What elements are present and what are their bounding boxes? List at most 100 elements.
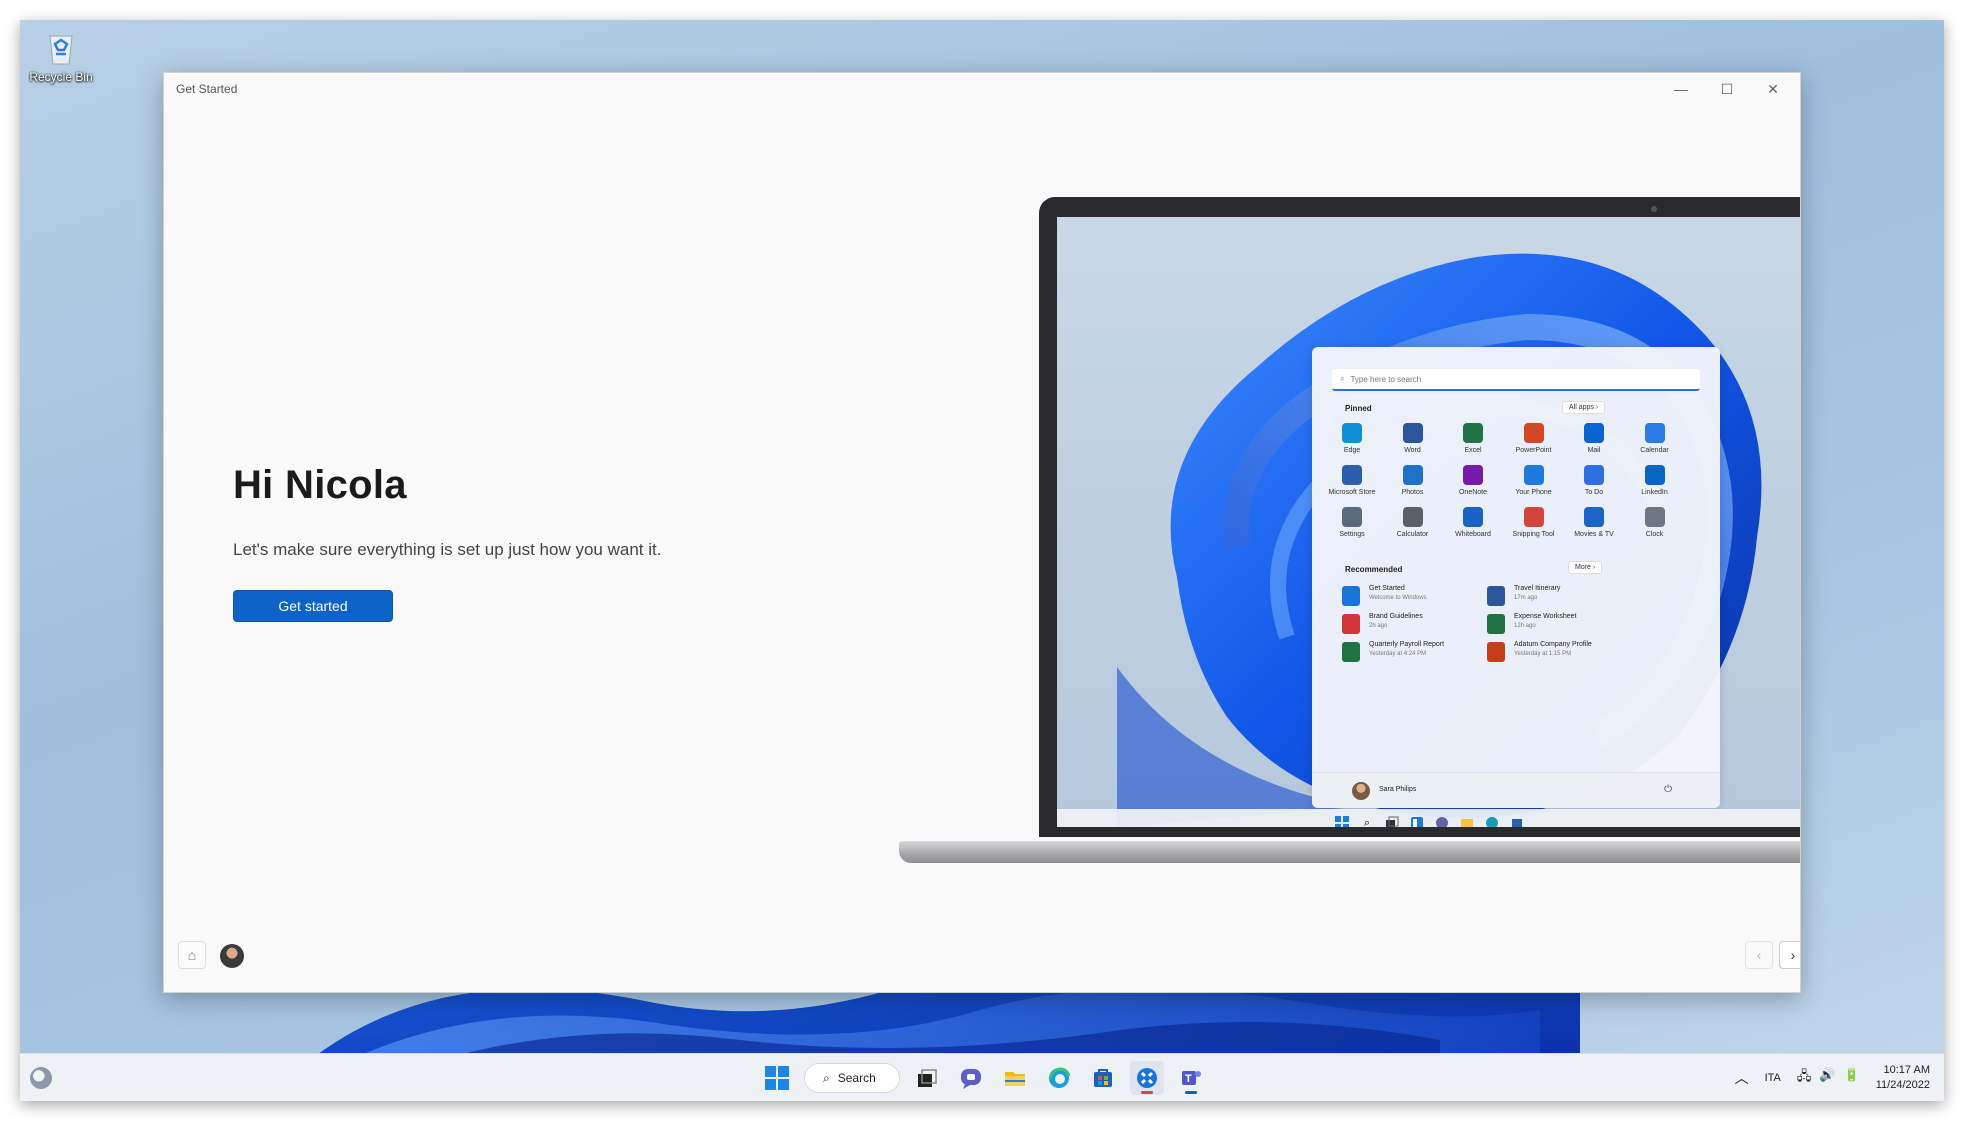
start-search-box: ⌕ Type here to search [1332, 369, 1700, 391]
pinned-app-label: Clock [1645, 531, 1664, 538]
task-view-icon [1384, 815, 1400, 827]
recommended-subtitle: 17m ago [1514, 595, 1538, 601]
pinned-app-label: OneNote [1458, 489, 1488, 496]
hero-section: Hi Nicola Let's make sure everything is … [233, 463, 661, 622]
chat-icon [1434, 815, 1450, 827]
pinned-app-label: Whiteboard [1455, 531, 1491, 538]
folder-icon [1005, 1072, 1025, 1086]
home-icon: ⌂ [187, 947, 197, 963]
excel-doc-icon [1487, 614, 1505, 634]
start-user-name: Sara Philips [1379, 786, 1417, 793]
recommended-subtitle: 12h ago [1514, 623, 1536, 629]
store-icon [1342, 465, 1362, 485]
title-bar[interactable]: Get Started — ☐ ✕ [164, 73, 1800, 105]
windows-logo-icon [765, 1066, 789, 1090]
file-explorer-icon [1459, 815, 1475, 827]
weather-widget-icon[interactable] [30, 1067, 52, 1089]
get-started-window: Get Started — ☐ ✕ Hi Nicola Let's make s… [163, 72, 1801, 993]
maximize-button[interactable]: ☐ [1704, 73, 1750, 105]
start-menu-preview: ⌕ Type here to search Pinned All apps › … [1312, 347, 1720, 808]
pinned-app: LinkedIn [1625, 465, 1685, 496]
task-view-button[interactable] [910, 1061, 944, 1095]
pinned-label: Pinned [1345, 404, 1372, 413]
active-indicator [1141, 1091, 1153, 1094]
running-indicator [1185, 1091, 1197, 1094]
close-button[interactable]: ✕ [1750, 73, 1796, 105]
task-view-icon [918, 1069, 937, 1087]
pinned-app: PowerPoint [1504, 423, 1564, 454]
taskbar-center: ⌕ Search T [760, 1060, 1208, 1096]
next-button[interactable]: › [1779, 941, 1800, 969]
taskbar-search-box[interactable]: ⌕ Search [804, 1063, 900, 1093]
language-indicator[interactable]: ITA [1765, 1072, 1781, 1084]
powerpoint-doc-icon [1487, 642, 1505, 662]
minimize-button[interactable]: — [1658, 73, 1704, 105]
recommended-subtitle: 2h ago [1369, 623, 1388, 629]
recommended-title: Brand Guidelines [1369, 613, 1423, 620]
laptop-screen: ⌕ Type here to search Pinned All apps › … [1057, 217, 1800, 827]
powerpoint-icon [1523, 423, 1544, 443]
photos-icon [1402, 465, 1423, 485]
recommended-title: Quarterly Payroll Report [1369, 641, 1445, 648]
word-icon [1402, 423, 1423, 443]
hero-subtitle: Let's make sure everything is set up jus… [233, 540, 662, 559]
chevron-left-icon: ‹ [1756, 947, 1762, 963]
start-button[interactable] [760, 1061, 794, 1095]
network-volume-battery-group[interactable]: 🖧 🔊 🔋 [1797, 1067, 1860, 1089]
get-started-button[interactable]: Get started [233, 590, 393, 622]
calculator-icon [1402, 507, 1423, 527]
all-apps-button: All apps › [1562, 401, 1606, 414]
power-icon: ⏻ [1664, 784, 1672, 795]
edge-button[interactable] [1042, 1061, 1076, 1095]
start-user-bar: Sara Philips ⏻ [1312, 772, 1720, 808]
movies-icon [1584, 507, 1604, 527]
excel-doc-icon [1342, 642, 1360, 662]
linkedin-icon [1644, 465, 1665, 485]
minimize-icon: — [1674, 81, 1688, 97]
file-explorer-button[interactable] [998, 1061, 1032, 1095]
greeting-heading: Hi Nicola [233, 463, 407, 507]
recommended-subtitle: Yesterday at 1:15 PM [1514, 651, 1572, 657]
clock-time: 10:17 AM [1883, 1064, 1930, 1076]
pinned-app-label: Excel [1464, 447, 1482, 454]
pinned-app-label: Calendar [1640, 447, 1669, 454]
settings-icon [1342, 507, 1362, 527]
pinned-app: OneNote [1443, 465, 1503, 496]
snipping-icon [1523, 507, 1544, 527]
recommended-item: Travel Itinerary 17m ago [1487, 583, 1657, 611]
search-icon: ⌕ [1340, 374, 1345, 383]
pinned-app: Clock [1625, 507, 1685, 538]
pinned-app: Photos [1383, 465, 1443, 496]
get-started-taskbar-button[interactable] [1130, 1061, 1164, 1095]
windows-start-icon [1334, 815, 1350, 827]
chat-button[interactable] [954, 1061, 988, 1095]
pinned-app-label: Photos [1401, 489, 1424, 496]
home-button[interactable]: ⌂ [178, 941, 206, 969]
teams-button[interactable]: T [1174, 1061, 1208, 1095]
pinned-app-label: Microsoft Store [1328, 489, 1376, 496]
more-button: More › [1568, 561, 1603, 574]
all-apps-label: All apps [1569, 404, 1594, 411]
clock-date: 11/24/2022 [1875, 1079, 1930, 1091]
store-button[interactable] [1086, 1061, 1120, 1095]
recycle-bin-icon [41, 28, 81, 68]
get-started-icon [1137, 1068, 1157, 1088]
clock[interactable]: 10:17 AM 11/24/2022 [1876, 1063, 1930, 1093]
user-avatar[interactable] [220, 944, 244, 968]
pinned-app: Your Phone [1504, 465, 1564, 496]
previous-button[interactable]: ‹ [1745, 941, 1773, 969]
pinned-app-label: Word [1404, 447, 1421, 454]
todo-icon [1584, 465, 1604, 485]
pinned-app: Mail [1564, 423, 1624, 454]
pinned-app: Settings [1322, 507, 1382, 538]
window-title: Get Started [176, 82, 238, 96]
recycle-bin[interactable]: Recycle Bin [26, 28, 96, 84]
recommended-subtitle: Yesterday at 4:24 PM [1369, 651, 1427, 657]
pinned-app-label: To Do [1584, 489, 1604, 496]
pinned-app-label: Settings [1339, 531, 1365, 538]
recommended-item: Adatum Company Profile Yesterday at 1:15 … [1487, 639, 1657, 667]
recommended-label: Recommended [1345, 565, 1403, 574]
chevron-up-icon[interactable]: ︿ [1735, 1068, 1749, 1088]
pinned-app: Microsoft Store [1322, 465, 1382, 496]
pinned-app-label: LinkedIn [1641, 489, 1668, 496]
